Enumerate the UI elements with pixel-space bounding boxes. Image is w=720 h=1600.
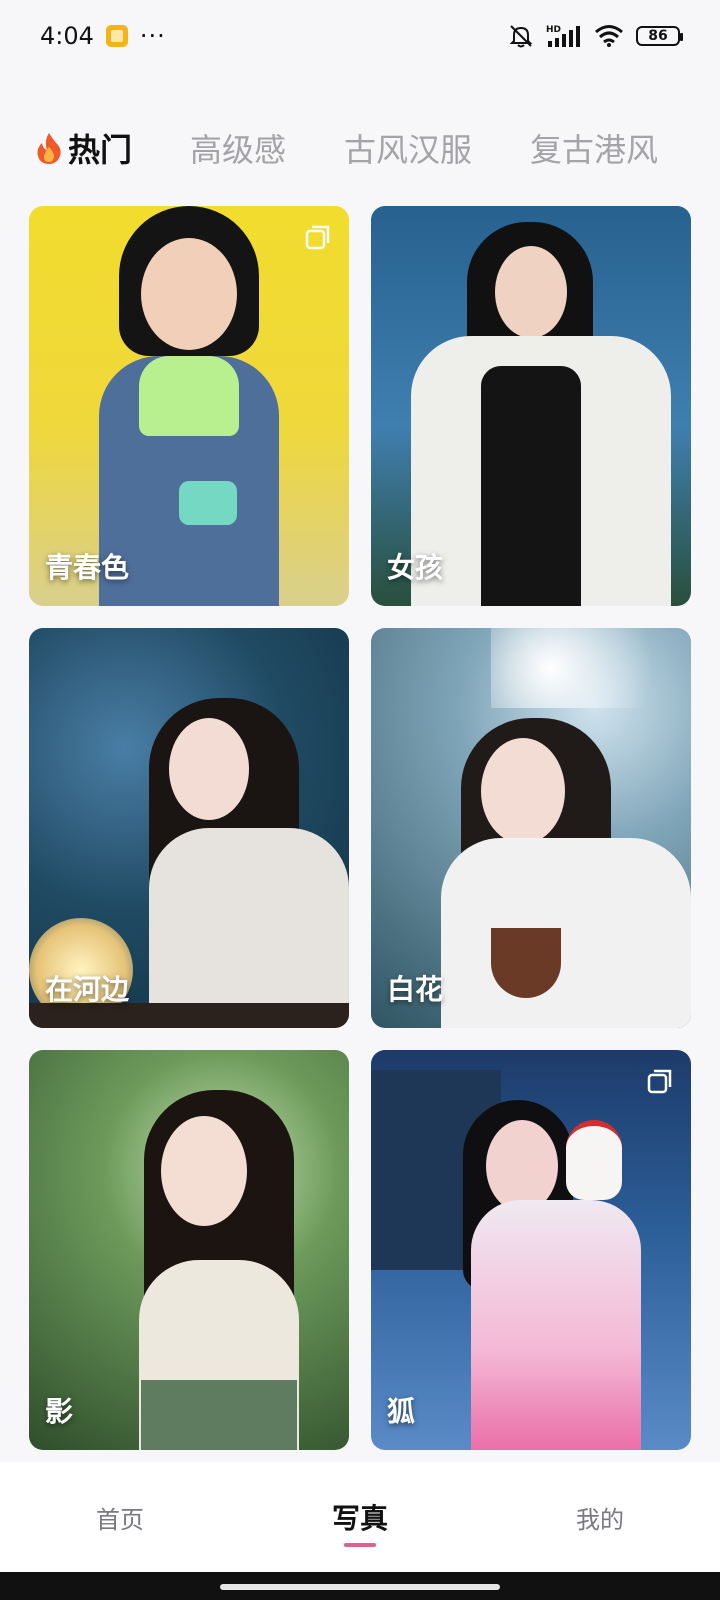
nav-profile[interactable]: 我的 [520,1500,680,1535]
style-grid: 青春色 女孩 在河边 白花 影 狐 [29,206,691,1450]
card-label: 影 [45,1395,74,1428]
tab-hot-label: 热门 [68,131,133,169]
status-bar: 4:04 ··· HD 86 [0,0,720,72]
tab-premium[interactable]: 高级感 [190,125,286,171]
mute-icon [509,25,533,48]
home-indicator[interactable] [220,1584,500,1590]
wifi-icon [595,25,623,47]
card-photo [29,1050,349,1450]
status-time: 4:04 [40,22,94,50]
system-gesture-area [0,1572,720,1600]
nav-home[interactable]: 首页 [40,1500,200,1535]
card-photo [371,1050,691,1450]
app-screen: 4:04 ··· HD 86 热门 高级感 古风汉服 复古港风 青春色 女孩 在… [0,0,720,1600]
style-card-fox[interactable]: 狐 [371,1050,691,1450]
more-notifications-icon: ··· [139,22,166,50]
card-label: 青春色 [45,551,130,584]
hd-signal-icon: HD [546,25,580,47]
style-card-girl[interactable]: 女孩 [371,206,691,606]
card-label: 女孩 [387,551,444,584]
tab-hot[interactable]: 热门 [34,125,132,171]
card-label: 在河边 [45,973,130,1006]
bottom-nav: 首页 写真 我的 [0,1462,720,1572]
card-label: 狐 [387,1395,416,1428]
status-left: 4:04 ··· [40,22,166,50]
battery-icon: 86 [636,26,683,46]
category-tabs: 热门 高级感 古风汉服 复古港风 [0,118,720,178]
nav-portrait-label: 写真 [331,1502,388,1535]
fire-icon [37,133,61,164]
style-card-riverside[interactable]: 在河边 [29,628,349,1028]
svg-text:HD: HD [546,25,561,35]
battery-level: 86 [648,28,668,44]
copy-icon [305,225,330,250]
style-card-white-flower[interactable]: 白花 [371,628,691,1028]
style-card-youth[interactable]: 青春色 [29,206,349,606]
style-card-shadow[interactable]: 影 [29,1050,349,1450]
status-right: HD 86 [508,23,683,49]
card-label: 白花 [387,973,444,1006]
active-tab-indicator [344,1543,376,1547]
nav-portrait[interactable]: 写真 [280,1497,440,1547]
tab-retro-hk[interactable]: 复古港风 [530,125,658,171]
copy-icon [647,1069,672,1094]
tab-ancient-hanfu[interactable]: 古风汉服 [344,125,472,171]
app-notification-icon [105,25,128,47]
